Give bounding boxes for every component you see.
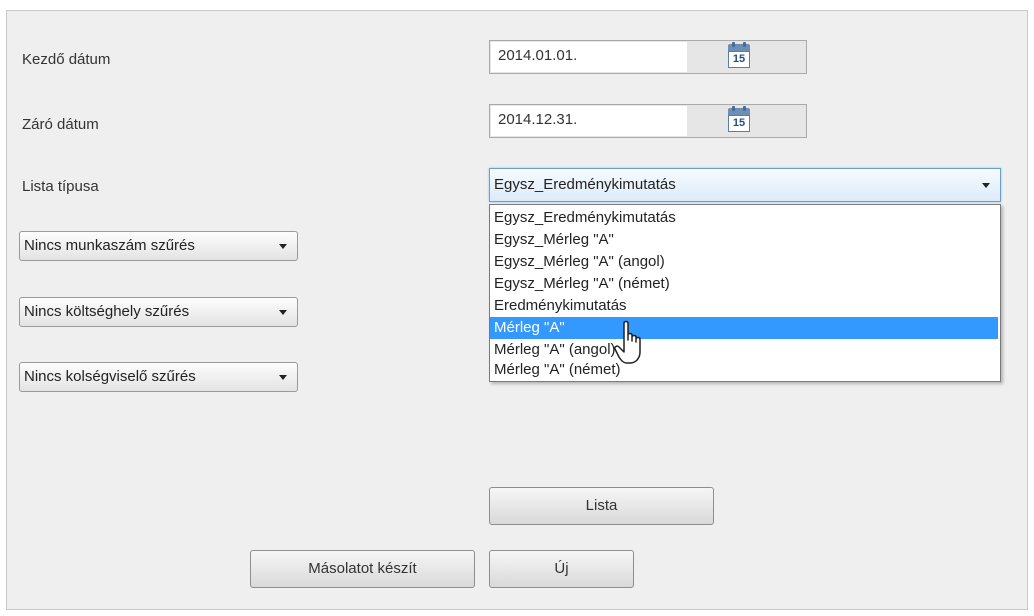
end-date-label: Záró dátum [22, 116, 99, 133]
dropdown-option[interactable]: Eredménykimutatás [490, 295, 998, 317]
job-number-filter-value: Nincs munkaszám szűrés [24, 237, 195, 254]
dropdown-option[interactable]: Egysz_Mérleg "A" (angol) [490, 251, 998, 273]
end-date-input[interactable]: 2014.12.31. [491, 106, 687, 136]
start-date-field[interactable]: 2014.01.01. 15 [489, 40, 807, 74]
chevron-down-icon[interactable] [279, 310, 287, 315]
end-date-field[interactable]: 2014.12.31. 15 [489, 104, 807, 138]
dropdown-option[interactable]: Mérleg "A" (német) [490, 359, 998, 381]
copy-button[interactable]: Másolatot készít [250, 550, 475, 588]
new-button[interactable]: Új [489, 550, 634, 588]
cost-bearer-filter-value: Nincs kolségviselő szűrés [24, 368, 196, 385]
hand-pointer-icon [614, 320, 641, 364]
dropdown-option-highlighted[interactable]: Mérleg "A" [490, 317, 998, 339]
dropdown-option[interactable]: Egysz_Mérleg "A" (német) [490, 273, 998, 295]
list-type-label: Lista típusa [22, 178, 99, 195]
calendar-icon[interactable]: 15 [728, 106, 750, 132]
list-type-dropdown[interactable]: Egysz_Eredménykimutatás Egysz_Mérleg "A"… [489, 204, 1001, 382]
chevron-down-icon[interactable] [279, 375, 287, 380]
calendar-icon[interactable]: 15 [728, 42, 750, 68]
dropdown-option[interactable]: Mérleg "A" (angol) [490, 339, 998, 361]
list-button[interactable]: Lista [489, 487, 714, 525]
start-date-label: Kezdő dátum [22, 51, 111, 68]
dropdown-option[interactable]: Egysz_Eredménykimutatás [490, 207, 998, 229]
chevron-down-icon[interactable] [279, 244, 287, 249]
cost-center-filter-select[interactable]: Nincs költséghely szűrés [19, 297, 298, 327]
list-type-selected: Egysz_Eredménykimutatás [494, 176, 676, 193]
cost-center-filter-value: Nincs költséghely szűrés [24, 303, 190, 320]
list-type-select[interactable]: Egysz_Eredménykimutatás [489, 168, 1001, 202]
job-number-filter-select[interactable]: Nincs munkaszám szűrés [19, 231, 298, 261]
start-date-input[interactable]: 2014.01.01. [491, 42, 687, 72]
dropdown-option[interactable]: Egysz_Mérleg "A" [490, 229, 998, 251]
cost-bearer-filter-select[interactable]: Nincs kolségviselő szűrés [19, 362, 298, 392]
chevron-down-icon[interactable] [982, 183, 990, 188]
